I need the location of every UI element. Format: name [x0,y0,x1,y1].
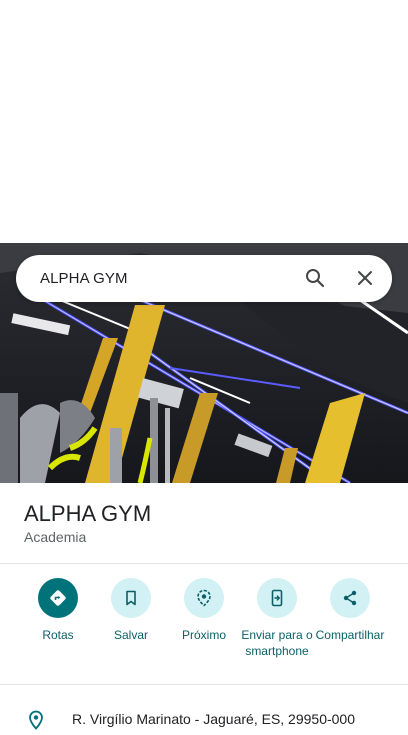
address-text: R. Virgílio Marinato - Jaguaré, ES, 2995… [72,711,356,727]
send-to-phone-icon [257,578,297,618]
search-icon[interactable] [303,266,327,290]
directions-label: Rotas [42,628,74,642]
location-pin-icon [26,710,46,730]
directions-button[interactable]: Rotas [18,578,98,643]
divider [0,684,408,685]
nearby-label: Próximo [181,628,226,642]
share-button[interactable]: Compartilhar [310,578,390,643]
send-to-phone-button[interactable]: Enviar para o smartphone [237,578,317,659]
place-category: Academia [24,529,87,545]
search-input[interactable]: ALPHA GYM [40,270,392,287]
search-bar[interactable]: ALPHA GYM [16,255,392,302]
bookmark-icon [111,578,151,618]
directions-icon [38,578,78,618]
share-icon [330,578,370,618]
nearby-icon [184,578,224,618]
divider [0,563,408,564]
save-button[interactable]: Salvar [91,578,171,643]
map-area [0,0,408,243]
place-title: ALPHA GYM [24,501,152,526]
share-label: Compartilhar [315,628,385,642]
send-to-phone-label: Enviar para o smartphone [241,628,313,658]
nearby-button[interactable]: Próximo [164,578,244,643]
close-icon[interactable] [353,266,377,290]
save-label: Salvar [113,628,148,642]
